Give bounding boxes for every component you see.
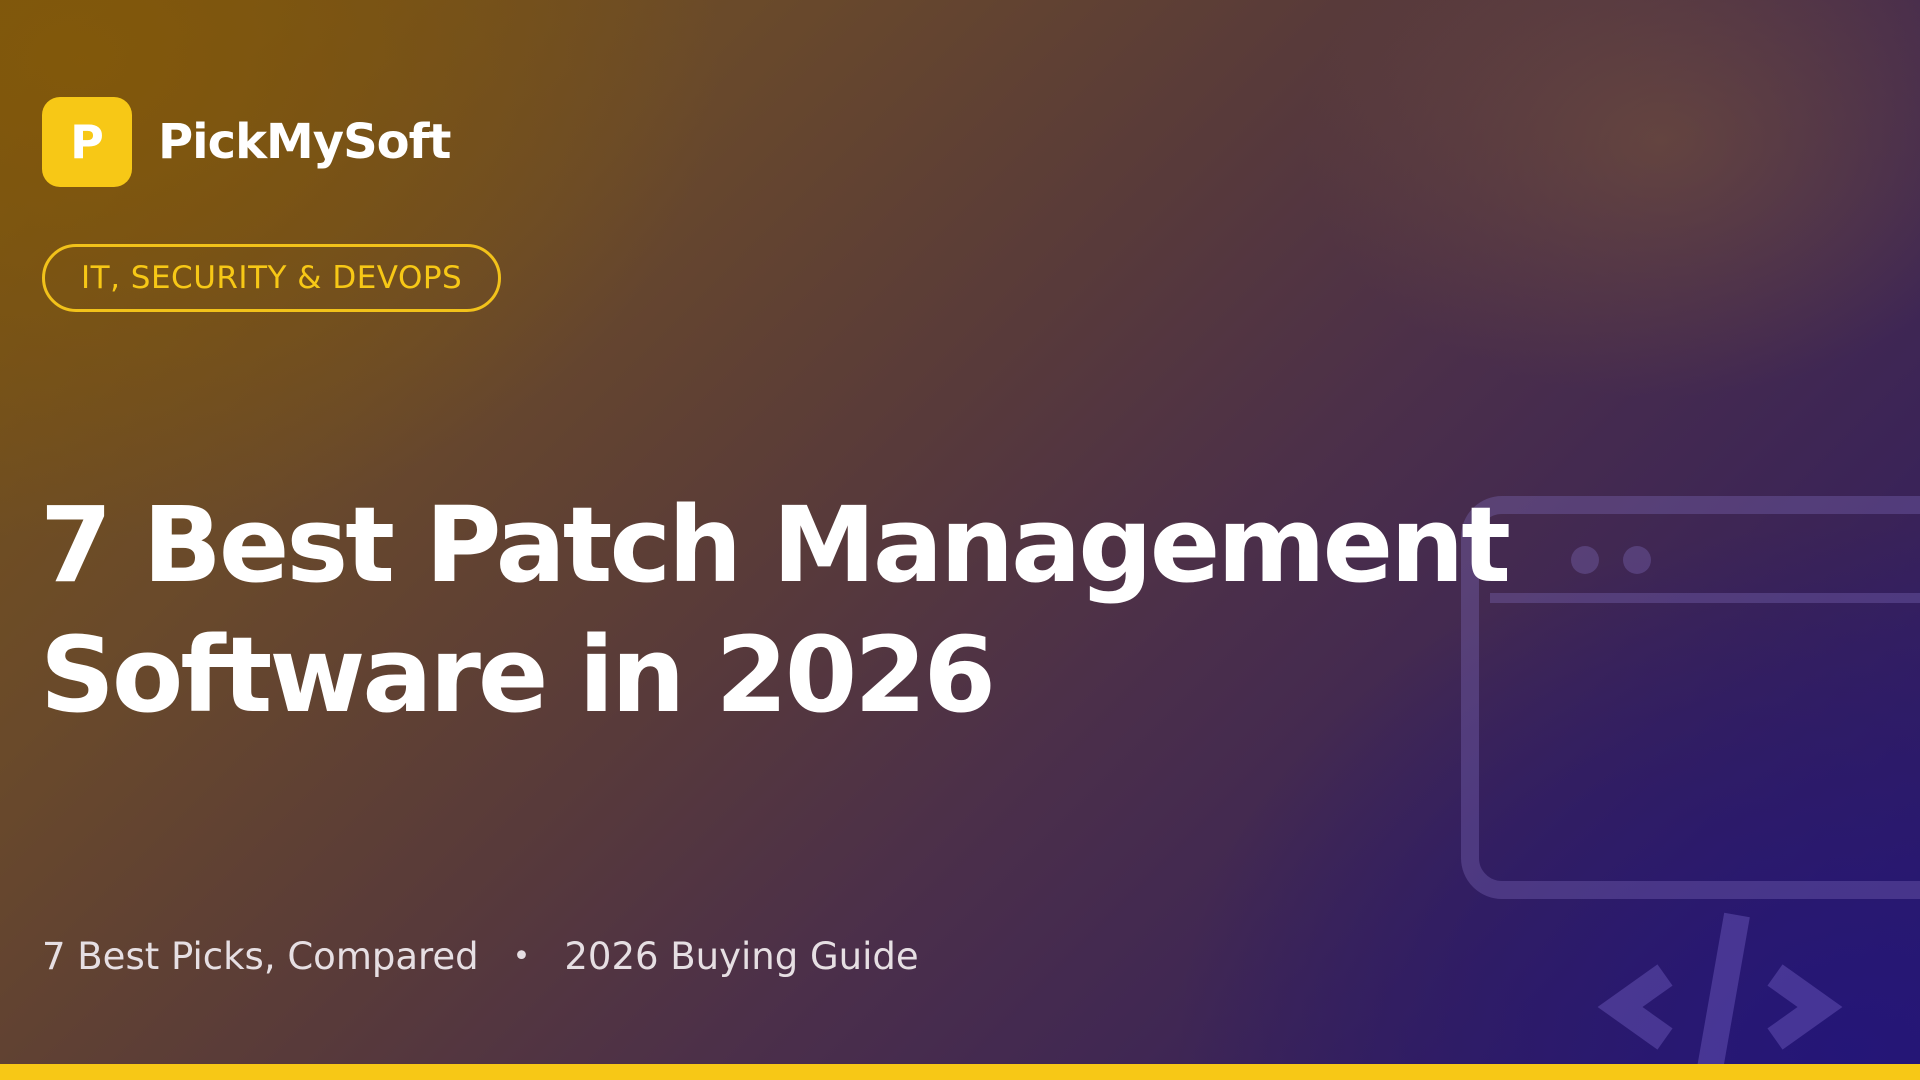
accent-bottom-bar bbox=[0, 1064, 1920, 1080]
logo-mark-icon: P bbox=[42, 97, 132, 187]
subtitle-meta: 7 Best Picks, Compared • 2026 Buying Gui… bbox=[42, 935, 919, 978]
page-title: 7 Best Patch Management Software in 2026 bbox=[40, 480, 1511, 740]
window-frame bbox=[1461, 496, 1920, 899]
hero-banner: P PickMySoft IT, SECURITY & DEVOPS 7 Bes… bbox=[0, 0, 1920, 1080]
title-line-1: 7 Best Patch Management bbox=[40, 484, 1511, 606]
window-dot-1 bbox=[1571, 546, 1599, 574]
code-brackets-icon bbox=[1597, 912, 1843, 1080]
category-badge: IT, SECURITY & DEVOPS bbox=[42, 244, 502, 312]
bullet-separator: • bbox=[512, 939, 531, 974]
window-dot-2 bbox=[1623, 546, 1651, 574]
title-line-2: Software in 2026 bbox=[40, 614, 996, 736]
subtitle-right: 2026 Buying Guide bbox=[564, 935, 919, 978]
subtitle-left: 7 Best Picks, Compared bbox=[42, 935, 479, 978]
brand-logo[interactable]: P PickMySoft bbox=[42, 97, 451, 187]
brand-name: PickMySoft bbox=[158, 114, 451, 170]
